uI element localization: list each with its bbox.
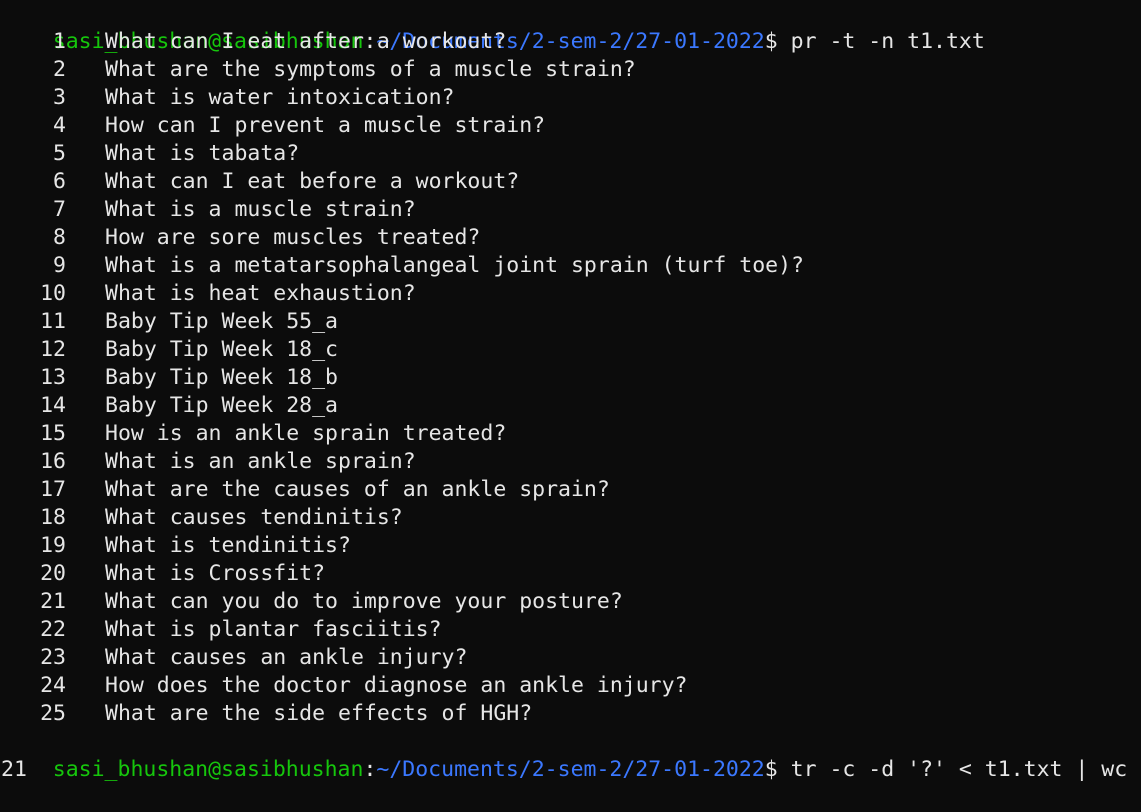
prompt-symbol: $	[764, 29, 791, 54]
output-line: 22 What is plantar fasciitis?	[1, 616, 1141, 644]
output-line: 13 Baby Tip Week 18_b	[1, 364, 1141, 392]
terminal-window[interactable]: sasi_bhushan@sasibhushan:~/Documents/2-s…	[0, 0, 1141, 785]
output-line: 8 How are sore muscles treated?	[1, 224, 1141, 252]
line-text: What can you do to improve your posture?	[105, 589, 623, 614]
line-text: What is a metatarsophalangeal joint spra…	[105, 253, 804, 278]
line-number: 5	[53, 141, 66, 166]
line-number: 2	[53, 57, 66, 82]
command-output: 1 What can I eat after a workout? 2 What ar…	[1, 28, 1141, 728]
prompt-user-host: sasi_bhushan@sasibhushan	[52, 757, 364, 782]
output-line: 10 What is heat exhaustion?	[1, 280, 1141, 308]
command-text: pr -t -n t1.txt	[790, 29, 985, 54]
line-text: Baby Tip Week 18_c	[105, 337, 338, 362]
line-text: What can I eat after a workout?	[105, 29, 507, 54]
line-number: 18	[40, 505, 66, 530]
line-number: 21	[40, 589, 66, 614]
line-number: 7	[53, 197, 66, 222]
line-text: How is an ankle sprain treated?	[105, 421, 507, 446]
output-line: 4 How can I prevent a muscle strain?	[1, 112, 1141, 140]
line-text: What is tendinitis?	[105, 533, 351, 558]
output-line: 14 Baby Tip Week 28_a	[1, 392, 1141, 420]
line-number: 25	[40, 701, 66, 726]
line-number: 11	[40, 309, 66, 334]
line-text: What is plantar fasciitis?	[105, 617, 442, 642]
line-text: What is Crossfit?	[105, 561, 326, 586]
line-number: 20	[40, 561, 66, 586]
line-text: What is heat exhaustion?	[105, 281, 416, 306]
line-text: What is a muscle strain?	[105, 197, 416, 222]
output-line: 17 What are the causes of an ankle sprain…	[1, 476, 1141, 504]
output-line: 25 What are the side effects of HGH?	[1, 700, 1141, 728]
line-text: How are sore muscles treated?	[105, 225, 481, 250]
output-line: 7 What is a muscle strain?	[1, 196, 1141, 224]
line-text: What is tabata?	[105, 141, 300, 166]
output-line: 11 Baby Tip Week 55_a	[1, 308, 1141, 336]
line-number: 1	[53, 29, 66, 54]
command-text: tr -c -d '?' < t1.txt | wc -c	[790, 757, 1141, 782]
line-text: What are the causes of an ankle sprain?	[105, 477, 610, 502]
line-number: 9	[53, 253, 66, 278]
line-number: 23	[40, 645, 66, 670]
line-number: 16	[40, 449, 66, 474]
line-number: 12	[40, 337, 66, 362]
prompt-colon: :	[363, 757, 377, 782]
output-line: 2 What are the symptoms of a muscle strai…	[1, 56, 1141, 84]
prompt-path: ~/Documents/2-sem-2/27-01-2022	[376, 757, 765, 782]
line-number: 15	[40, 421, 66, 446]
output-line: 16 What is an ankle sprain?	[1, 448, 1141, 476]
prompt-line-2: sasi_bhushan@sasibhushan:~/Documents/2-s…	[1, 728, 1141, 782]
prompt-symbol: $	[764, 757, 791, 782]
output-line: 15 How is an ankle sprain treated?	[1, 420, 1141, 448]
line-number: 8	[53, 225, 66, 250]
prompt-line-1: sasi_bhushan@sasibhushan:~/Documents/2-s…	[1, 0, 1141, 54]
line-number: 3	[53, 85, 66, 110]
output-line: 24 How does the doctor diagnose an ankle …	[1, 672, 1141, 700]
output-line: 12 Baby Tip Week 18_c	[1, 336, 1141, 364]
line-text: What is water intoxication?	[105, 85, 455, 110]
output-line: 21 What can you do to improve your postur…	[1, 588, 1141, 616]
line-number: 24	[40, 673, 66, 698]
output-line: 19 What is tendinitis?	[1, 532, 1141, 560]
line-number: 10	[40, 281, 66, 306]
line-text: What is an ankle sprain?	[105, 449, 416, 474]
line-text: Baby Tip Week 28_a	[105, 393, 338, 418]
output-line: 5 What is tabata?	[1, 140, 1141, 168]
line-number: 4	[53, 113, 66, 138]
line-text: How does the doctor diagnose an ankle in…	[105, 673, 688, 698]
output-line: 6 What can I eat before a workout?	[1, 168, 1141, 196]
output-line: 3 What is water intoxication?	[1, 84, 1141, 112]
line-number: 22	[40, 617, 66, 642]
line-text: What are the side effects of HGH?	[105, 701, 533, 726]
line-text: What causes an ankle injury?	[105, 645, 468, 670]
line-number: 19	[40, 533, 66, 558]
line-text: What causes tendinitis?	[105, 505, 403, 530]
line-number: 13	[40, 365, 66, 390]
line-number: 6	[53, 169, 66, 194]
line-text: Baby Tip Week 55_a	[105, 309, 338, 334]
line-text: What are the symptoms of a muscle strain…	[105, 57, 636, 82]
line-text: What can I eat before a workout?	[105, 169, 520, 194]
output-line: 23 What causes an ankle injury?	[1, 644, 1141, 672]
line-text: Baby Tip Week 18_b	[105, 365, 338, 390]
output-line: 18 What causes tendinitis?	[1, 504, 1141, 532]
line-number: 17	[40, 477, 66, 502]
line-text: How can I prevent a muscle strain?	[105, 113, 546, 138]
output-line: 20 What is Crossfit?	[1, 560, 1141, 588]
output-line: 9 What is a metatarsophalangeal joint spr…	[1, 252, 1141, 280]
line-number: 14	[40, 393, 66, 418]
